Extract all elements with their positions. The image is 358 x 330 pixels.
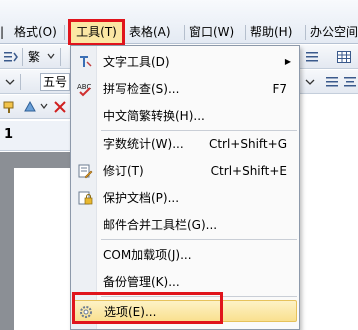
format-painter-icon[interactable] xyxy=(2,99,18,115)
toolbar-divider xyxy=(60,48,61,66)
submenu-arrow-icon: ▶ xyxy=(284,57,291,66)
menu-item-backup-management[interactable]: 备份管理(K)... xyxy=(73,271,297,293)
menu-item-word-count[interactable]: 字数统计(W)... Ctrl+Shift+G xyxy=(73,133,297,155)
menu-item-label: 字数统计(W)... xyxy=(103,137,184,151)
menu-item-partial[interactable]: | xyxy=(0,24,4,41)
menu-item-mail-merge-toolbar[interactable]: 邮件合并工具栏(G)... xyxy=(73,214,297,236)
font-size-combo[interactable]: 五号 xyxy=(40,73,70,91)
toolbar-right-2 xyxy=(300,70,358,94)
chevron-down-icon[interactable] xyxy=(40,102,48,110)
menu-item-revision[interactable]: 修订(T) Ctrl+Shift+E xyxy=(73,160,297,182)
ruler-mark: 1 xyxy=(4,127,14,142)
tools-dropdown-menu: 文字工具(D) ▶ ABC 拼写检查(S)... F7 中文简繁转换(H)...… xyxy=(70,45,300,330)
menu-divider xyxy=(305,25,306,40)
toolbar-row-1: 繁 xyxy=(0,45,70,69)
font-dropdown-arrow-icon[interactable] xyxy=(2,74,18,90)
font-size-value: 五号 xyxy=(43,75,68,89)
menu-item-format[interactable]: 格式(O) xyxy=(14,24,57,41)
menu-item-shortcut: Ctrl+Shift+G xyxy=(208,137,287,151)
chevron-down-icon[interactable] xyxy=(302,74,318,90)
chevron-down-icon[interactable] xyxy=(46,51,56,61)
highlight-icon[interactable] xyxy=(22,99,38,115)
traditional-chinese-button[interactable]: 繁 xyxy=(28,48,40,66)
menu-divider xyxy=(184,25,185,40)
align-icon[interactable] xyxy=(304,49,320,65)
menu-item-text-tools[interactable]: 文字工具(D) ▶ xyxy=(73,51,297,73)
spellcheck-icon: ABC xyxy=(77,83,91,97)
text-tool-icon xyxy=(80,56,92,67)
menu-item-label: 保护文档(P)... xyxy=(103,191,180,205)
table-grid-icon[interactable] xyxy=(336,49,352,65)
menu-item-tools-active[interactable]: 工具(T) xyxy=(68,19,125,46)
menu-item-chinese-conversion[interactable]: 中文简繁转换(H)... xyxy=(73,105,297,127)
revision-icon xyxy=(78,164,93,179)
menu-item-label: 修订(T) xyxy=(103,164,144,178)
menu-divider xyxy=(245,25,246,40)
menu-bar: | 格式(O) 表格(A) 窗口(W) 帮助(H) 办公空间 xyxy=(0,0,358,44)
clear-format-icon[interactable] xyxy=(52,99,68,115)
toolbar-divider xyxy=(20,74,21,90)
menu-item-label: 备份管理(K)... xyxy=(103,275,180,289)
toolbar-divider xyxy=(22,48,23,66)
menu-item-spellcheck[interactable]: ABC 拼写检查(S)... F7 xyxy=(73,78,297,100)
menu-item-table[interactable]: 表格(A) xyxy=(129,24,171,41)
justify-icon[interactable] xyxy=(324,74,340,90)
menu-item-shortcut: Ctrl+Shift+E xyxy=(210,164,287,178)
toolbar-row-3 xyxy=(0,95,70,119)
menu-item-label: 中文简繁转换(H)... xyxy=(103,109,205,123)
menu-item-help[interactable]: 帮助(H) xyxy=(250,24,292,41)
menu-item-office-space[interactable]: 办公空间 xyxy=(310,24,358,41)
menu-item-com-addins[interactable]: COM加载项(J)... xyxy=(73,244,297,266)
toolbar-row-2: 五号 xyxy=(0,70,70,94)
indent-icon[interactable] xyxy=(3,49,19,65)
document-page[interactable] xyxy=(14,168,70,330)
menu-item-label: 邮件合并工具栏(G)... xyxy=(103,218,218,232)
ruler: 1 xyxy=(0,121,70,151)
menu-item-label: 拼写检查(S)... xyxy=(103,82,180,96)
menu-item-tools-label: 工具(T) xyxy=(76,25,117,39)
menu-item-window[interactable]: 窗口(W) xyxy=(189,24,234,41)
options-highlight-frame xyxy=(72,292,223,324)
toolbar-right-1 xyxy=(300,45,358,69)
protect-document-icon xyxy=(78,191,93,205)
center-align-icon[interactable] xyxy=(342,74,358,90)
menu-divider xyxy=(64,25,65,40)
menu-item-shortcut: F7 xyxy=(272,82,287,96)
menu-item-label: COM加载项(J)... xyxy=(103,248,192,262)
document-area-right xyxy=(300,95,358,330)
menu-item-protect-document[interactable]: 保护文档(P)... xyxy=(73,187,297,209)
menu-separator xyxy=(101,239,297,240)
menu-separator xyxy=(101,130,297,131)
menu-item-label: 文字工具(D) xyxy=(103,55,170,69)
